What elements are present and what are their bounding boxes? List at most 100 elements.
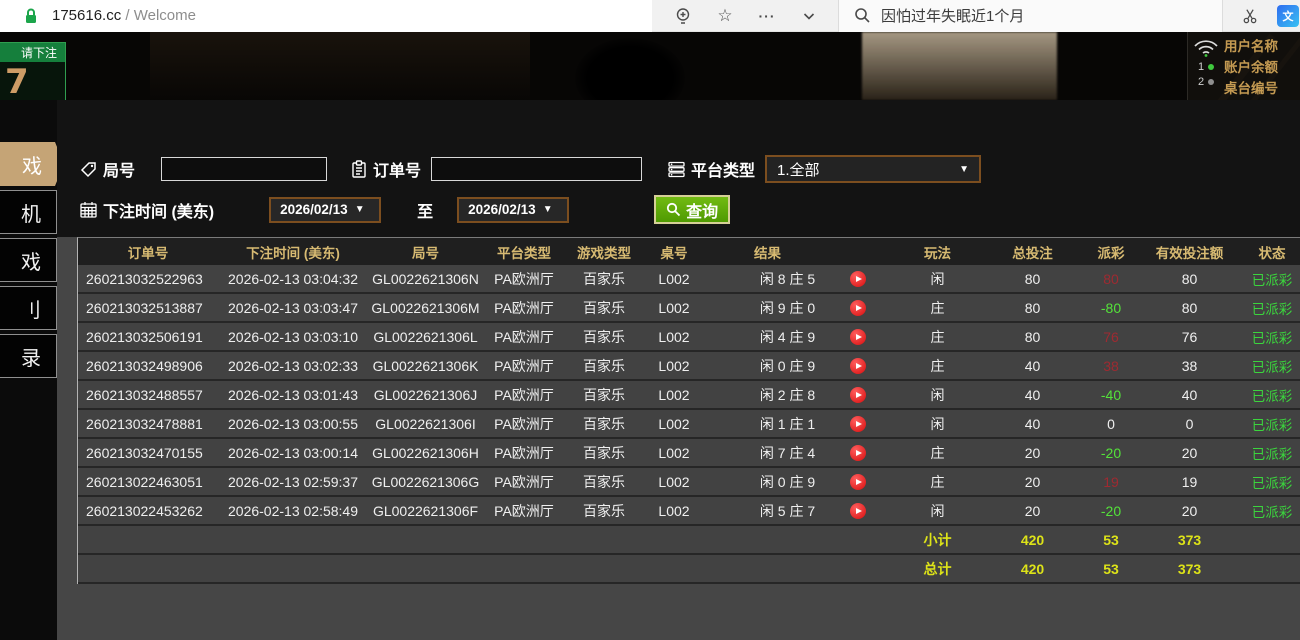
table-header-cell: 状态 [1258, 245, 1286, 261]
cell-status: 已派彩 [1251, 359, 1293, 375]
cell-bet-time: 2026-02-13 03:00:55 [228, 415, 358, 432]
zoom-page-icon[interactable] [674, 7, 692, 25]
platform-type-icon [668, 161, 685, 178]
tag-icon [80, 161, 97, 178]
replay-video-icon[interactable] [850, 357, 866, 374]
subtotal-row: 小计 420 53 373 [78, 526, 1300, 555]
cell-table-no: L002 [658, 473, 690, 490]
replay-video-icon[interactable] [850, 328, 866, 345]
cell-result: 闲 5 庄 7 [705, 497, 890, 524]
calendar-icon [80, 201, 97, 218]
date-from-value: 2026/02/13 [280, 202, 348, 217]
query-button[interactable]: 查询 [654, 195, 731, 224]
address-bar[interactable]: 175616.cc / Welcome [0, 0, 652, 32]
table-header-cell: 有效投注额 [1155, 245, 1224, 261]
result-score: 闲 5 庄 7 [759, 502, 816, 519]
result-score: 闲 4 庄 9 [759, 328, 816, 345]
cell-bet-side: 庄 [930, 444, 945, 461]
platform-type-value: 1.全部 [777, 161, 820, 179]
cell-table-no: L002 [658, 415, 690, 432]
more-options-icon[interactable]: ··· [758, 7, 776, 25]
result-score: 闲 7 庄 4 [759, 444, 816, 461]
cell-order-id: 260213032470155 [86, 444, 203, 461]
result-score: 闲 2 庄 8 [759, 386, 816, 403]
cell-payout: -20 [1100, 444, 1122, 461]
cell-platform: PA欧洲厅 [494, 328, 554, 345]
sidebar-tab[interactable]: 录 [0, 334, 57, 378]
cell-bet-side: 庄 [930, 357, 945, 374]
table-row: 260213032522963 2026-02-13 03:04:32 GL00… [78, 265, 1300, 294]
sidebar-tab[interactable]: 戏 [0, 238, 57, 282]
sidebar-tab[interactable]: 戏 [0, 142, 64, 186]
cell-round-id: GL0022621306G [371, 473, 480, 490]
cell-order-id: 260213022453262 [86, 502, 203, 519]
cell-status: 已派彩 [1251, 330, 1293, 346]
replay-video-icon[interactable] [850, 386, 866, 403]
sidebar-tab[interactable]: 机 [0, 190, 57, 234]
table-header-cell: 下注时间 (美东) [246, 245, 340, 261]
replay-video-icon[interactable] [850, 444, 866, 461]
result-score: 闲 8 庄 5 [759, 270, 816, 287]
cell-game-type: 百家乐 [583, 270, 625, 287]
date-to-value: 2026/02/13 [468, 202, 536, 217]
cell-bet-time: 2026-02-13 03:03:10 [228, 328, 358, 345]
table-row: 260213032506191 2026-02-13 03:03:10 GL00… [78, 323, 1300, 352]
cell-bet-time: 2026-02-13 03:01:43 [228, 386, 358, 403]
table-row: 260213032513887 2026-02-13 03:03:47 GL00… [78, 294, 1300, 323]
table-header-cell: 桌号 [660, 245, 688, 261]
cell-result: 闲 7 庄 4 [705, 439, 890, 466]
replay-video-icon[interactable] [850, 502, 866, 519]
cell-round-id: GL0022621306H [372, 444, 479, 461]
table-header-cell: 游戏类型 [577, 245, 631, 261]
video-ambience [150, 32, 530, 100]
cell-table-no: L002 [658, 444, 690, 461]
platform-type-label: 平台类型 [691, 163, 756, 180]
replay-video-icon[interactable] [850, 299, 866, 316]
cell-bet-time: 2026-02-13 03:00:14 [228, 444, 358, 461]
favorite-star-icon[interactable]: ☆ [716, 7, 734, 25]
subtotal-payout: 53 [1103, 531, 1119, 548]
replay-video-icon[interactable] [850, 270, 866, 287]
table-body: 260213032522963 2026-02-13 03:04:32 GL00… [78, 265, 1300, 526]
replay-video-icon[interactable] [850, 473, 866, 490]
cell-platform: PA欧洲厅 [494, 444, 554, 461]
cell-bet-time: 2026-02-13 03:04:32 [228, 270, 358, 287]
cell-payout: -40 [1100, 386, 1122, 403]
camera-selector[interactable]: 1 [1198, 61, 1215, 73]
cell-bet-time: 2026-02-13 02:59:37 [228, 473, 358, 490]
sidebar-tab-label: 戏 [22, 155, 42, 178]
round-number-input[interactable] [161, 157, 328, 181]
result-score: 闲 0 庄 9 [759, 473, 816, 490]
clipboard-icon [351, 160, 367, 178]
cell-valid-bet: 40 [1181, 386, 1198, 403]
camera-selector[interactable]: 2 [1198, 76, 1215, 88]
date-from-picker[interactable]: 2026/02/13 ▼ [269, 196, 382, 223]
cell-total-bet: 20 [1024, 502, 1041, 519]
platform-type-select[interactable]: 1.全部 ▼ [765, 155, 982, 183]
sidebar-tab[interactable]: 刂 [0, 286, 57, 330]
select-caret-icon: ▼ [959, 163, 970, 175]
cell-payout: 0 [1107, 415, 1115, 432]
search-input[interactable]: 因怕过年失眠近1个月 [838, 0, 1223, 32]
cell-game-type: 百家乐 [583, 357, 625, 374]
scissors-icon[interactable] [1241, 7, 1259, 25]
cell-round-id: GL0022621306M [371, 299, 480, 316]
cell-payout: 80 [1103, 270, 1119, 287]
table-header-cell: 局号 [412, 245, 439, 261]
translate-icon[interactable]: 文 [1277, 4, 1299, 27]
chevron-down-icon[interactable] [800, 7, 818, 25]
cell-result: 闲 1 庄 1 [705, 410, 890, 437]
total-payout: 53 [1103, 560, 1119, 577]
sidebar-tab-label: 刂 [21, 299, 41, 322]
order-number-input[interactable] [431, 157, 643, 181]
cell-valid-bet: 76 [1181, 328, 1198, 345]
replay-video-icon[interactable] [850, 415, 866, 432]
cell-valid-bet: 80 [1181, 299, 1198, 316]
date-to-picker[interactable]: 2026/02/13 ▼ [457, 196, 570, 223]
table-header-cell: 总投注 [1012, 245, 1053, 261]
cell-result: 闲 2 庄 8 [705, 381, 890, 408]
cell-total-bet: 80 [1024, 270, 1041, 287]
cell-total-bet: 40 [1024, 415, 1041, 432]
camera-status-dot [1208, 79, 1215, 85]
cell-round-id: GL0022621306I [375, 415, 476, 432]
